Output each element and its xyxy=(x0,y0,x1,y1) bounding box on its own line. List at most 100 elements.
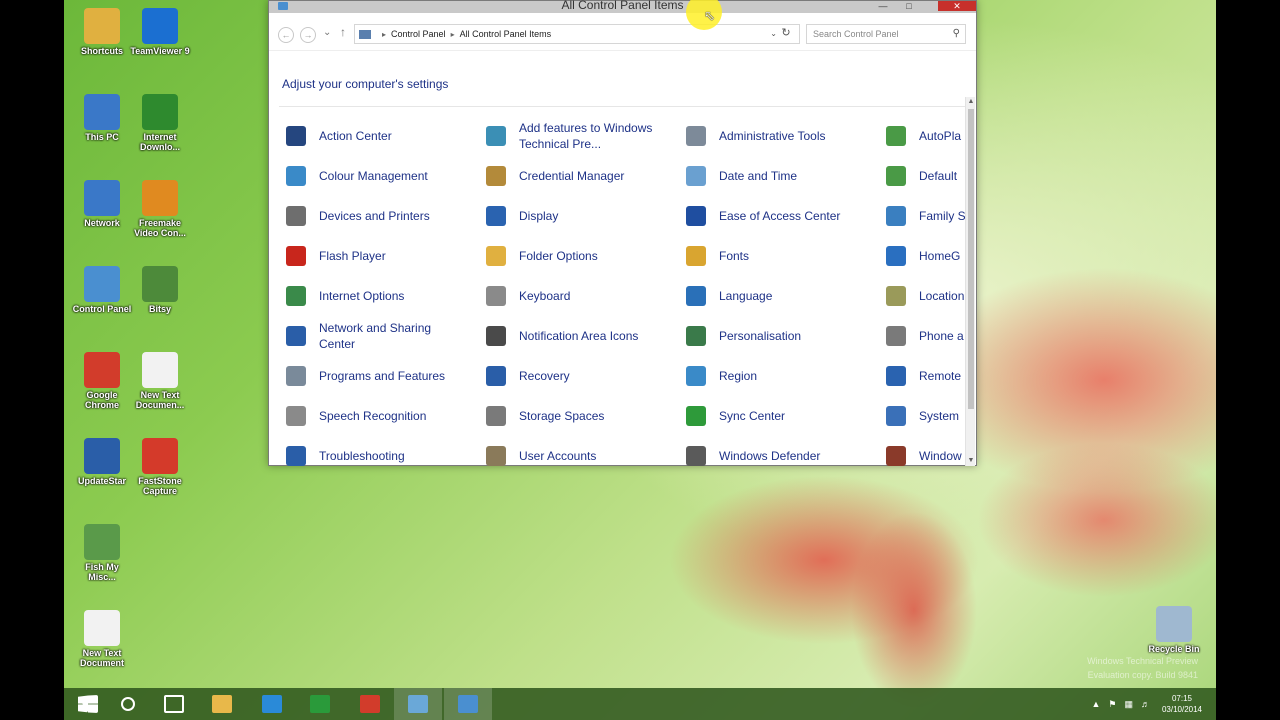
control-panel-item[interactable]: Keyboard xyxy=(483,276,683,316)
control-panel-item[interactable]: Windows Defender xyxy=(683,436,883,466)
control-panel-item[interactable]: Speech Recognition xyxy=(283,396,483,436)
clock[interactable]: 07:15 03/10/2014 xyxy=(1162,693,1202,715)
scroll-thumb[interactable] xyxy=(968,109,974,409)
desktop-icon[interactable]: Network xyxy=(72,180,132,228)
desktop-icon[interactable]: Freemake Video Con... xyxy=(130,180,190,238)
control-panel-item[interactable]: Internet Options xyxy=(283,276,483,316)
control-panel-item[interactable]: User Accounts xyxy=(483,436,683,466)
minimize-button[interactable]: — xyxy=(872,1,894,11)
search-button[interactable] xyxy=(104,688,152,720)
control-panel-item[interactable]: Date and Time xyxy=(683,156,883,196)
desktop-icon[interactable]: Control Panel xyxy=(72,266,132,314)
control-panel-item-label: HomeG xyxy=(919,249,961,263)
forward-button[interactable]: → xyxy=(300,27,316,43)
control-panel-item-label: Action Center xyxy=(319,129,392,143)
address-dropdown-icon[interactable]: ⌄ xyxy=(770,29,777,38)
up-arrow-icon[interactable]: ↑ xyxy=(340,25,346,39)
desktop-icon[interactable]: FastStone Capture xyxy=(130,438,190,496)
control-panel-item[interactable]: Region xyxy=(683,356,883,396)
control-panel-item[interactable]: Add features to Windows Technical Pre... xyxy=(483,116,683,156)
desktop-icon[interactable]: Shortcuts xyxy=(72,8,132,56)
control-panel-item[interactable]: Folder Options xyxy=(483,236,683,276)
desktop-icon[interactable]: TeamViewer 9 xyxy=(130,8,190,56)
control-panel-item[interactable]: Devices and Printers xyxy=(283,196,483,236)
control-panel-item-label: Remote Connect xyxy=(919,369,966,383)
desktop-icon-label: Shortcuts xyxy=(80,46,123,56)
back-button[interactable]: ← xyxy=(278,27,294,43)
desktop-icon[interactable]: Recycle Bin xyxy=(1144,606,1204,654)
file-explorer-button[interactable] xyxy=(198,688,246,720)
control-panel-item[interactable]: Family S xyxy=(883,196,966,236)
control-panel-item[interactable]: Credential Manager xyxy=(483,156,683,196)
remote-app-icon xyxy=(883,363,909,389)
app-button[interactable] xyxy=(394,688,442,720)
title-bar[interactable]: All Control Panel Items — □ ✕ xyxy=(269,0,976,13)
task-view-button[interactable] xyxy=(150,688,198,720)
breadcrumb-control-panel[interactable]: Control Panel xyxy=(391,29,446,39)
control-panel-item[interactable]: Troubleshooting xyxy=(283,436,483,466)
breadcrumb-all-items[interactable]: All Control Panel Items xyxy=(460,29,552,39)
control-panel-item[interactable]: HomeG xyxy=(883,236,966,276)
control-panel-item[interactable]: Remote Connect xyxy=(883,356,966,396)
watermark-line1: Windows Technical Preview xyxy=(1087,656,1198,666)
search-icon[interactable]: ⚲ xyxy=(953,25,960,43)
tray-arrow-icon[interactable]: ▲ xyxy=(1091,699,1100,709)
control-panel-item[interactable]: Window xyxy=(883,436,966,466)
recent-locations-icon[interactable]: ⌄ xyxy=(323,27,331,38)
desktop-icon[interactable]: New Text Document xyxy=(72,610,132,668)
recovery-icon xyxy=(483,363,509,389)
maximize-button[interactable]: □ xyxy=(898,1,920,11)
store-icon xyxy=(310,695,330,713)
chrome-button[interactable] xyxy=(346,688,394,720)
search-input[interactable]: Search Control Panel ⚲ xyxy=(806,24,966,44)
control-panel-item[interactable]: Personalisation xyxy=(683,316,883,356)
network-icon[interactable]: ▦ xyxy=(1124,699,1133,710)
scroll-up-icon[interactable]: ▲ xyxy=(966,97,976,107)
control-panel-item[interactable]: System xyxy=(883,396,966,436)
desktop-icon[interactable]: Bitsy xyxy=(130,266,190,314)
control-panel-item[interactable]: Network and Sharing Center xyxy=(283,316,483,356)
control-panel-item-label: Devices and Printers xyxy=(319,209,430,223)
control-panel-item[interactable]: Sync Center xyxy=(683,396,883,436)
control-panel-item[interactable]: Programs and Features xyxy=(283,356,483,396)
address-bar[interactable]: ▸ Control Panel ▸ All Control Panel Item… xyxy=(354,24,800,44)
control-panel-item[interactable]: Administrative Tools xyxy=(683,116,883,156)
control-panel-item[interactable]: Flash Player xyxy=(283,236,483,276)
vertical-scrollbar[interactable]: ▲ ▼ xyxy=(965,97,975,466)
control-panel-item[interactable]: Display xyxy=(483,196,683,236)
control-panel-item-label: Fonts xyxy=(719,249,750,263)
chrome-icon xyxy=(360,695,380,713)
scroll-down-icon[interactable]: ▼ xyxy=(966,456,976,466)
desktop-icon[interactable]: This PC xyxy=(72,94,132,142)
store-button[interactable] xyxy=(296,688,344,720)
desktop-icon[interactable]: UpdateStar xyxy=(72,438,132,486)
control-panel-item[interactable]: Location xyxy=(883,276,966,316)
control-panel-item[interactable]: AutoPla xyxy=(883,116,966,156)
flag-icon[interactable]: ⚑ xyxy=(1108,699,1116,710)
desktop-icon[interactable]: New Text Documen... xyxy=(130,352,190,410)
control-panel-item[interactable]: Phone a xyxy=(883,316,966,356)
desktop-icon[interactable]: Fish My Misc... xyxy=(72,524,132,582)
control-panel-item[interactable]: Action Center xyxy=(283,116,483,156)
desktop-icon-label: Control Panel xyxy=(72,304,132,314)
refresh-icon[interactable]: ↻ xyxy=(778,26,794,39)
control-panel-item[interactable]: Default xyxy=(883,156,966,196)
close-button[interactable]: ✕ xyxy=(938,1,976,11)
control-panel-item[interactable]: Fonts xyxy=(683,236,883,276)
control-panel-item[interactable]: Language xyxy=(683,276,883,316)
chrome-icon xyxy=(84,352,120,388)
desktop-icon[interactable]: Internet Downlo... xyxy=(130,94,190,152)
clock-date: 03/10/2014 xyxy=(1161,705,1202,714)
divider xyxy=(279,106,966,107)
volume-icon[interactable]: ♬ xyxy=(1141,699,1150,709)
desktop-icon[interactable]: Google Chrome xyxy=(72,352,132,410)
control-panel-item-label: Window xyxy=(919,449,962,463)
control-panel-item[interactable]: Ease of Access Center xyxy=(683,196,883,236)
internet-explorer-button[interactable] xyxy=(248,688,296,720)
control-panel-button[interactable] xyxy=(444,688,492,720)
computer-icon xyxy=(359,29,371,39)
control-panel-item[interactable]: Colour Management xyxy=(283,156,483,196)
control-panel-item[interactable]: Recovery xyxy=(483,356,683,396)
control-panel-item[interactable]: Storage Spaces xyxy=(483,396,683,436)
control-panel-item[interactable]: Notification Area Icons xyxy=(483,316,683,356)
